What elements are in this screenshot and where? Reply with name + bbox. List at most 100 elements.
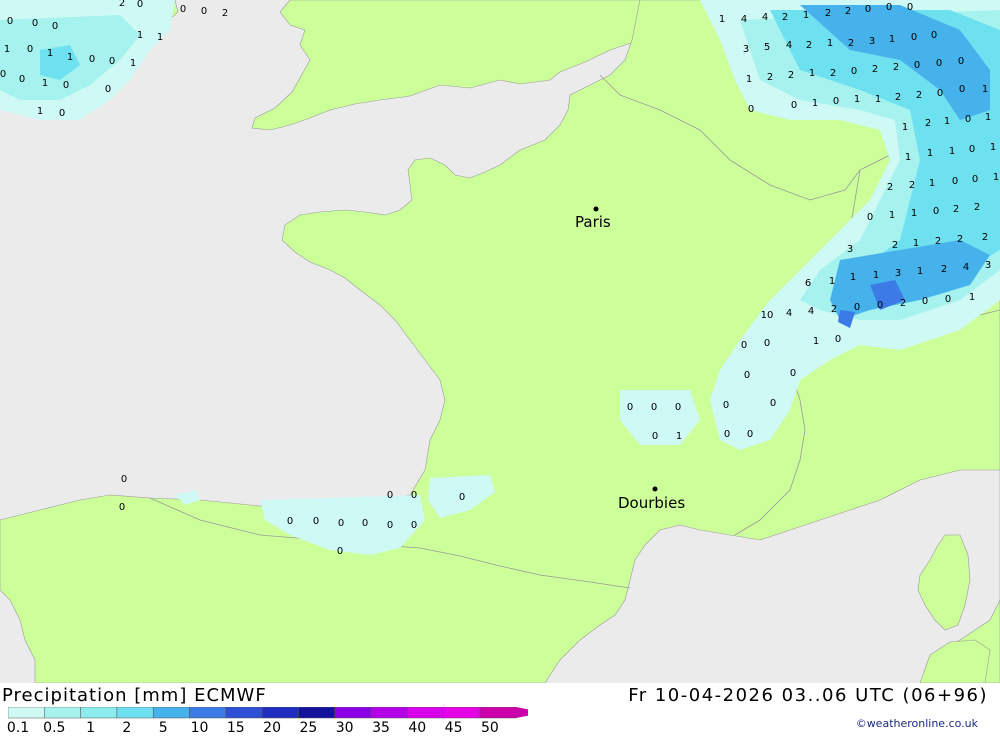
precip-value: 1 [137,30,143,41]
legend-swatch [80,707,118,719]
precip-value: 1 [809,68,815,79]
precip-value: 0 [937,88,943,99]
precip-value: 1 [873,270,879,281]
legend-label: 15 [226,720,245,736]
color-legend [8,707,528,719]
precip-value: 2 [982,232,988,243]
precip-value: 2 [806,40,812,51]
precip-value: 2 [782,12,788,23]
city-paris-marker [593,206,599,212]
precip-value: 0 [109,56,115,67]
precip-value: 2 [831,304,837,315]
legend-label: 35 [372,720,390,736]
precip-value: 1 [854,94,860,105]
precip-value: 2 [893,62,899,73]
credit-link[interactable]: ©weatheronline.co.uk [856,717,978,730]
precip-value: 0 [338,518,344,529]
precip-value: 0 [936,58,942,69]
precip-value: 0 [52,21,58,32]
precip-value: 1 [944,116,950,127]
precip-value: 1 [157,32,163,43]
precip-value: 0 [764,338,770,349]
city-dourbies-marker [652,486,658,492]
precip-value: 1 [969,292,975,303]
precip-value: 2 [845,6,851,17]
precip-value: 2 [872,64,878,75]
precip-value: 1 [829,276,835,287]
precip-value: 2 [900,298,906,309]
precip-value: 0 [19,74,25,85]
precip-value: 0 [32,18,38,29]
precip-value: 1 [37,106,43,117]
precip-value: 0 [387,490,393,501]
precip-value: 4 [786,308,792,319]
legend-swatch [479,707,517,719]
precip-value: 0 [201,6,207,17]
precip-value: 1 [746,74,752,85]
precip-value: 6 [805,278,811,289]
precip-value: 0 [7,16,13,27]
legend-swatch [116,707,154,719]
precip-value: 0 [835,334,841,345]
precip-value: 0 [867,212,873,223]
legend-swatch [443,707,481,719]
precip-value: 1 [42,78,48,89]
precip-value: 0 [833,96,839,107]
precip-value: 0 [362,518,368,529]
map-title: Precipitation [mm] ECMWF [2,685,267,706]
precip-value: 1 [813,336,819,347]
precip-value: 0 [952,176,958,187]
precip-value: 0 [105,84,111,95]
precip-value: 1 [719,14,725,25]
precip-value: 1 [676,431,682,442]
legend-swatch [407,707,444,719]
precip-value: 2 [825,8,831,19]
legend-label: 45 [444,720,463,736]
precip-value: 4 [786,40,792,51]
precip-value: 1 [67,52,73,63]
precip-value: 0 [922,296,928,307]
precip-value: 0 [747,429,753,440]
precip-value: 3 [847,244,853,255]
precip-value: 4 [741,14,747,25]
forecast-datetime: Fr 10-04-2026 03..06 UTC (06+96) [628,685,988,706]
precip-value: 0 [287,516,293,527]
precip-value: 0 [790,368,796,379]
precip-value: 2 [916,90,922,101]
precip-value: 1 [130,58,136,69]
precip-value: 2 [222,8,228,19]
legend-label: 40 [408,720,427,736]
precip-value: 2 [830,68,836,79]
precip-value: 1 [913,238,919,249]
precip-value: 3 [869,36,875,47]
precip-value: 1 [889,210,895,221]
precip-value: 2 [953,204,959,215]
precip-value: 0 [89,54,95,65]
legend-swatch [189,707,227,719]
precip-value: 0 [724,429,730,440]
precip-value: 2 [909,180,915,191]
precip-value: 0 [854,302,860,313]
precip-value: 2 [892,240,898,251]
precip-value: 0 [969,144,975,155]
precip-value: 0 [972,174,978,185]
legend-swatch [44,707,81,719]
precip-value: 2 [957,234,963,245]
precip-value: 4 [963,262,969,273]
precip-value: 2 [788,70,794,81]
precip-value: 1 [911,208,917,219]
precip-value: 2 [974,202,980,213]
precip-value: 1 [982,84,988,95]
precip-value: 1 [949,146,955,157]
precip-value: 5 [764,42,770,53]
legend-arrow [516,707,528,718]
precip-value: 0 [723,400,729,411]
precip-value: 0 [931,30,937,41]
legend-swatch [225,707,263,719]
precip-value: 0 [945,294,951,305]
precip-value: 2 [941,264,947,275]
precip-value: 0 [411,520,417,531]
precip-value: 1 [875,94,881,105]
precip-value: 3 [743,44,749,55]
precip-value: 0 [63,80,69,91]
